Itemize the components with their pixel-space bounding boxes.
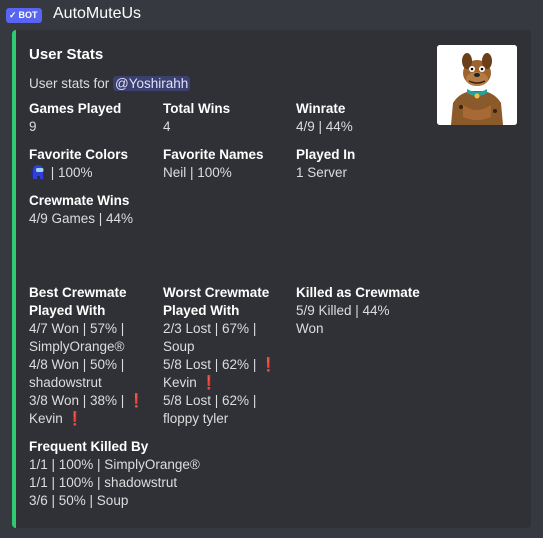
field-value-line: 3/6 | 50% | Soup [29,493,129,508]
field-favorite-names: Favorite Names Neil | 100% [163,146,289,182]
field-name: Winrate [296,101,346,116]
field-value-line: 2/3 Lost | 67% | [163,321,257,336]
field-played-in: Played In 1 Server [296,146,422,182]
field-value: Neil | 100% [163,165,232,180]
field-name: Frequent Killed By [29,439,149,454]
field-best-crewmate: Best Crewmate Played With 4/7 Won | 57% … [29,284,155,428]
stat-text: 5/8 Lost | 62% | [163,357,257,372]
field-value-line: SimplyOrange® [29,339,125,354]
field-value-line: 4/7 Won | 57% | [29,321,125,336]
field-name: Favorite Names [163,147,264,162]
exclamation-icon: ❗ [260,357,277,372]
field-name: Crewmate Wins [29,193,130,208]
field-value: | 100% [29,164,155,182]
bot-tag-label: BOT [18,10,38,20]
bot-username[interactable]: AutoMuteUs [53,5,141,23]
field-value-line: 5/8 Lost | 62% | ❗ [163,356,289,374]
field-killed-as-crewmate: Killed as Crewmate 5/9 Killed | 44% Won [296,284,436,338]
field-name: Total Wins [163,101,231,116]
field-value-line: Kevin ❗ [163,374,289,392]
field-name-line2: Played With [163,303,240,318]
field-favorite-colors: Favorite Colors | 100% [29,146,155,182]
embed-title: User Stats [29,46,104,63]
field-value: 9 [29,119,37,134]
scooby-doo-avatar-icon[interactable] [437,45,517,125]
field-value-line: 4/8 Won | 50% | [29,357,125,372]
player-name: Kevin [29,411,63,426]
field-frequent-killed-by: Frequent Killed By 1/1 | 100% | SimplyOr… [29,438,329,510]
field-name-line1: Worst Crewmate [163,285,270,300]
field-value: 4 [163,119,171,134]
field-value-line: Won [296,321,324,336]
field-value-line: 1/1 | 100% | SimplyOrange® [29,457,200,472]
description-prefix: User stats for [29,76,114,91]
user-mention[interactable]: @Yoshirahh [113,76,191,91]
verified-check-icon: ✓ [9,10,17,20]
field-value-line: 5/8 Lost | 62% | [163,393,257,408]
field-worst-crewmate: Worst Crewmate Played With 2/3 Lost | 67… [163,284,289,428]
field-winrate: Winrate 4/9 | 44% [296,100,422,136]
field-value-line: Soup [163,339,195,354]
field-name: Games Played [29,101,122,116]
field-value: 4/9 | 44% [296,119,353,134]
exclamation-icon: ❗ [66,411,84,426]
field-value-line: 1/1 | 100% | shadowstrut [29,475,178,490]
field-crewmate-wins: Crewmate Wins 4/9 Games | 44% [29,192,229,228]
player-name: Kevin [163,375,197,390]
blue-crewmate-icon [29,164,45,180]
embed-description: User stats for @Yoshirahh [29,76,191,91]
bot-badge: ✓ BOT [6,8,42,23]
exclamation-icon: ❗ [200,375,218,390]
field-name-line2: Played With [29,303,106,318]
stats-embed: User Stats User stats for @Yoshirahh Gam… [12,30,531,528]
field-value-line: Kevin ❗ [29,410,155,428]
field-value-line: 5/9 Killed | 44% [296,303,390,318]
field-value: 1 Server [296,165,348,180]
field-value-line: shadowstrut [29,375,102,390]
field-name: Killed as Crewmate [296,285,420,300]
favorite-color-stat: | 100% [47,165,93,180]
field-name: Favorite Colors [29,147,129,162]
field-value-line: floppy tyler [163,411,229,426]
field-value: 4/9 Games | 44% [29,211,134,226]
field-value-line: 3/8 Won | 38% | ❗ [29,392,155,410]
stat-text: 3/8 Won | 38% | [29,393,125,408]
field-name-line1: Best Crewmate [29,285,127,300]
exclamation-icon: ❗ [128,393,145,408]
field-games-played: Games Played 9 [29,100,155,136]
field-name: Played In [296,147,356,162]
field-total-wins: Total Wins 4 [163,100,289,136]
